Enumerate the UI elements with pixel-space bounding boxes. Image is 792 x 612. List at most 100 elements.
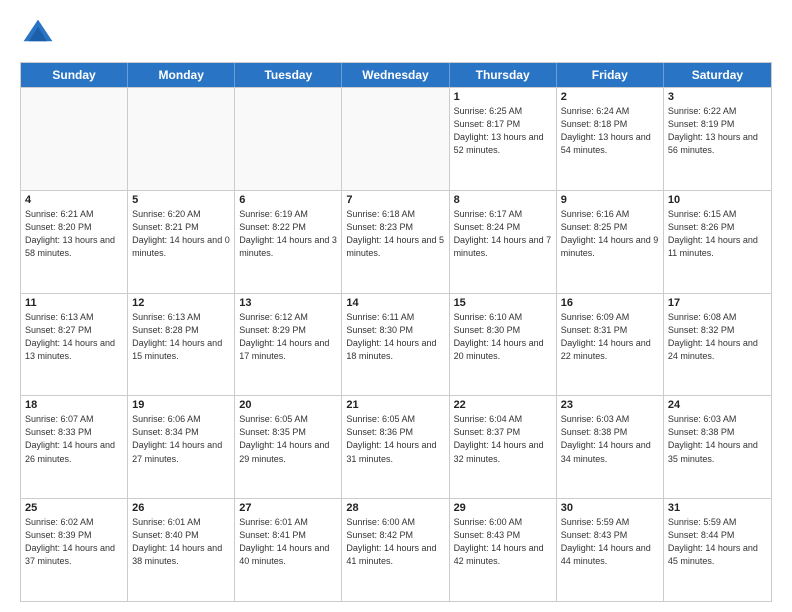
day-number: 24: [668, 399, 767, 411]
day-cell-19: 19 Sunrise: 6:06 AM Sunset: 8:34 PM Dayli…: [128, 396, 235, 498]
day-number: 7: [346, 194, 444, 206]
day-info: Sunrise: 6:19 AM Sunset: 8:22 PM Dayligh…: [239, 208, 337, 260]
day-number: 16: [561, 297, 659, 309]
day-info: Sunrise: 6:03 AM Sunset: 8:38 PM Dayligh…: [561, 413, 659, 465]
day-number: 28: [346, 502, 444, 514]
calendar-header: SundayMondayTuesdayWednesdayThursdayFrid…: [21, 63, 771, 87]
day-cell-1: 1Sunrise: 6:25 AM Sunset: 8:17 PM Daylig…: [450, 88, 557, 190]
page: SundayMondayTuesdayWednesdayThursdayFrid…: [0, 0, 792, 612]
day-number: 23: [561, 399, 659, 411]
logo-icon: [20, 16, 56, 52]
day-number: 5: [132, 194, 230, 206]
day-info: Sunrise: 6:00 AM Sunset: 8:43 PM Dayligh…: [454, 516, 552, 568]
day-number: 30: [561, 502, 659, 514]
day-number: 3: [668, 91, 767, 103]
day-number: 18: [25, 399, 123, 411]
day-cell-4: 4 Sunrise: 6:21 AM Sunset: 8:20 PM Daylig…: [21, 191, 128, 293]
day-cell-17: 17 Sunrise: 6:08 AM Sunset: 8:32 PM Dayli…: [664, 294, 771, 396]
day-info: Sunrise: 6:04 AM Sunset: 8:37 PM Dayligh…: [454, 413, 552, 465]
calendar-row-1: 4 Sunrise: 6:21 AM Sunset: 8:20 PM Daylig…: [21, 190, 771, 293]
day-cell-21: 21Sunrise: 6:05 AM Sunset: 8:36 PM Dayli…: [342, 396, 449, 498]
day-info: Sunrise: 6:13 AM Sunset: 8:27 PM Dayligh…: [25, 311, 123, 363]
day-info: Sunrise: 6:08 AM Sunset: 8:32 PM Dayligh…: [668, 311, 767, 363]
day-info: Sunrise: 6:06 AM Sunset: 8:34 PM Dayligh…: [132, 413, 230, 465]
day-cell-22: 22 Sunrise: 6:04 AM Sunset: 8:37 PM Dayli…: [450, 396, 557, 498]
day-number: 10: [668, 194, 767, 206]
day-number: 4: [25, 194, 123, 206]
day-cell-9: 9Sunrise: 6:16 AM Sunset: 8:25 PM Daylig…: [557, 191, 664, 293]
day-number: 12: [132, 297, 230, 309]
day-info: Sunrise: 6:00 AM Sunset: 8:42 PM Dayligh…: [346, 516, 444, 568]
day-cell-14: 14Sunrise: 6:11 AM Sunset: 8:30 PM Dayli…: [342, 294, 449, 396]
day-info: Sunrise: 6:03 AM Sunset: 8:38 PM Dayligh…: [668, 413, 767, 465]
empty-cell: [128, 88, 235, 190]
day-info: Sunrise: 6:01 AM Sunset: 8:41 PM Dayligh…: [239, 516, 337, 568]
day-info: Sunrise: 6:10 AM Sunset: 8:30 PM Dayligh…: [454, 311, 552, 363]
day-number: 27: [239, 502, 337, 514]
day-info: Sunrise: 6:13 AM Sunset: 8:28 PM Dayligh…: [132, 311, 230, 363]
day-cell-5: 5 Sunrise: 6:20 AM Sunset: 8:21 PM Daylig…: [128, 191, 235, 293]
day-cell-10: 10 Sunrise: 6:15 AM Sunset: 8:26 PM Dayli…: [664, 191, 771, 293]
day-cell-23: 23 Sunrise: 6:03 AM Sunset: 8:38 PM Dayli…: [557, 396, 664, 498]
day-cell-15: 15 Sunrise: 6:10 AM Sunset: 8:30 PM Dayli…: [450, 294, 557, 396]
day-cell-29: 29 Sunrise: 6:00 AM Sunset: 8:43 PM Dayli…: [450, 499, 557, 601]
day-info: Sunrise: 6:01 AM Sunset: 8:40 PM Dayligh…: [132, 516, 230, 568]
day-cell-25: 25 Sunrise: 6:02 AM Sunset: 8:39 PM Dayli…: [21, 499, 128, 601]
day-cell-3: 3Sunrise: 6:22 AM Sunset: 8:19 PM Daylig…: [664, 88, 771, 190]
day-number: 26: [132, 502, 230, 514]
day-cell-6: 6Sunrise: 6:19 AM Sunset: 8:22 PM Daylig…: [235, 191, 342, 293]
day-number: 31: [668, 502, 767, 514]
day-number: 25: [25, 502, 123, 514]
day-cell-18: 18 Sunrise: 6:07 AM Sunset: 8:33 PM Dayli…: [21, 396, 128, 498]
day-info: Sunrise: 6:18 AM Sunset: 8:23 PM Dayligh…: [346, 208, 444, 260]
day-info: Sunrise: 6:25 AM Sunset: 8:17 PM Dayligh…: [454, 105, 552, 157]
day-cell-2: 2Sunrise: 6:24 AM Sunset: 8:18 PM Daylig…: [557, 88, 664, 190]
day-cell-13: 13Sunrise: 6:12 AM Sunset: 8:29 PM Dayli…: [235, 294, 342, 396]
day-cell-26: 26 Sunrise: 6:01 AM Sunset: 8:40 PM Dayli…: [128, 499, 235, 601]
day-info: Sunrise: 6:05 AM Sunset: 8:35 PM Dayligh…: [239, 413, 337, 465]
day-number: 22: [454, 399, 552, 411]
calendar-row-4: 25 Sunrise: 6:02 AM Sunset: 8:39 PM Dayli…: [21, 498, 771, 601]
calendar-body: 1Sunrise: 6:25 AM Sunset: 8:17 PM Daylig…: [21, 87, 771, 601]
empty-cell: [235, 88, 342, 190]
calendar-row-2: 11 Sunrise: 6:13 AM Sunset: 8:27 PM Dayli…: [21, 293, 771, 396]
day-info: Sunrise: 5:59 AM Sunset: 8:43 PM Dayligh…: [561, 516, 659, 568]
day-number: 21: [346, 399, 444, 411]
calendar: SundayMondayTuesdayWednesdayThursdayFrid…: [20, 62, 772, 602]
calendar-row-0: 1Sunrise: 6:25 AM Sunset: 8:17 PM Daylig…: [21, 87, 771, 190]
day-cell-16: 16 Sunrise: 6:09 AM Sunset: 8:31 PM Dayli…: [557, 294, 664, 396]
day-cell-28: 28 Sunrise: 6:00 AM Sunset: 8:42 PM Dayli…: [342, 499, 449, 601]
day-info: Sunrise: 6:24 AM Sunset: 8:18 PM Dayligh…: [561, 105, 659, 157]
day-cell-24: 24 Sunrise: 6:03 AM Sunset: 8:38 PM Dayli…: [664, 396, 771, 498]
day-info: Sunrise: 6:21 AM Sunset: 8:20 PM Dayligh…: [25, 208, 123, 260]
day-number: 11: [25, 297, 123, 309]
day-info: Sunrise: 6:09 AM Sunset: 8:31 PM Dayligh…: [561, 311, 659, 363]
day-number: 13: [239, 297, 337, 309]
day-cell-27: 27 Sunrise: 6:01 AM Sunset: 8:41 PM Dayli…: [235, 499, 342, 601]
day-number: 15: [454, 297, 552, 309]
header-day-friday: Friday: [557, 63, 664, 87]
day-number: 8: [454, 194, 552, 206]
day-cell-20: 20Sunrise: 6:05 AM Sunset: 8:35 PM Dayli…: [235, 396, 342, 498]
day-info: Sunrise: 6:16 AM Sunset: 8:25 PM Dayligh…: [561, 208, 659, 260]
day-info: Sunrise: 6:15 AM Sunset: 8:26 PM Dayligh…: [668, 208, 767, 260]
day-info: Sunrise: 6:07 AM Sunset: 8:33 PM Dayligh…: [25, 413, 123, 465]
header-day-sunday: Sunday: [21, 63, 128, 87]
day-info: Sunrise: 6:20 AM Sunset: 8:21 PM Dayligh…: [132, 208, 230, 260]
day-number: 29: [454, 502, 552, 514]
day-info: Sunrise: 6:17 AM Sunset: 8:24 PM Dayligh…: [454, 208, 552, 260]
header-day-wednesday: Wednesday: [342, 63, 449, 87]
day-info: Sunrise: 5:59 AM Sunset: 8:44 PM Dayligh…: [668, 516, 767, 568]
empty-cell: [342, 88, 449, 190]
day-number: 17: [668, 297, 767, 309]
day-number: 19: [132, 399, 230, 411]
day-cell-30: 30 Sunrise: 5:59 AM Sunset: 8:43 PM Dayli…: [557, 499, 664, 601]
day-cell-11: 11 Sunrise: 6:13 AM Sunset: 8:27 PM Dayli…: [21, 294, 128, 396]
header-day-saturday: Saturday: [664, 63, 771, 87]
header-day-thursday: Thursday: [450, 63, 557, 87]
day-info: Sunrise: 6:02 AM Sunset: 8:39 PM Dayligh…: [25, 516, 123, 568]
logo: [20, 16, 62, 52]
day-cell-7: 7 Sunrise: 6:18 AM Sunset: 8:23 PM Daylig…: [342, 191, 449, 293]
empty-cell: [21, 88, 128, 190]
header-day-monday: Monday: [128, 63, 235, 87]
